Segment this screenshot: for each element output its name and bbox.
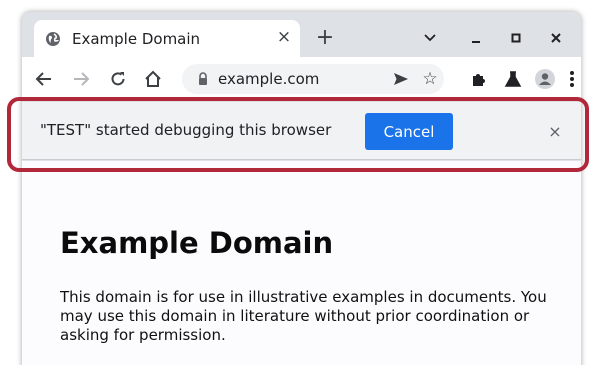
page-paragraph: This domain is for use in illustrative e… bbox=[60, 288, 547, 344]
extensions-puzzle-icon[interactable] bbox=[467, 67, 491, 91]
browser-window: Example Domain × + example.com ☆ "TEST" … bbox=[22, 12, 581, 365]
bookmark-star-icon[interactable]: ☆ bbox=[420, 69, 440, 89]
maximize-icon[interactable] bbox=[505, 27, 527, 49]
labs-flask-icon[interactable] bbox=[501, 67, 525, 91]
lock-icon[interactable] bbox=[196, 72, 210, 86]
close-window-icon[interactable] bbox=[545, 27, 567, 49]
url-text[interactable]: example.com bbox=[218, 70, 319, 88]
page-heading: Example Domain bbox=[60, 226, 334, 260]
toolbar: example.com ☆ bbox=[22, 57, 581, 101]
minimize-icon[interactable] bbox=[465, 27, 487, 49]
address-bar[interactable]: example.com ☆ bbox=[182, 64, 444, 94]
tab-title: Example Domain bbox=[72, 30, 201, 48]
infobar-message: "TEST" started debugging this browser bbox=[40, 121, 332, 139]
tab-strip: Example Domain × + bbox=[22, 12, 581, 57]
debugging-infobar: "TEST" started debugging this browser Ca… bbox=[22, 102, 581, 160]
tab-example-domain[interactable]: Example Domain × bbox=[34, 20, 300, 57]
profile-avatar-icon[interactable] bbox=[533, 67, 557, 91]
menu-kebab-icon[interactable] bbox=[560, 67, 581, 91]
page-content: Example Domain This domain is for use in… bbox=[22, 161, 581, 365]
home-icon[interactable] bbox=[141, 67, 165, 91]
reload-icon[interactable] bbox=[106, 67, 130, 91]
send-tab-icon[interactable] bbox=[392, 70, 410, 88]
tab-close-icon[interactable]: × bbox=[274, 27, 294, 47]
tab-search-chevron-icon[interactable] bbox=[419, 27, 441, 49]
globe-icon bbox=[46, 32, 60, 46]
back-arrow-icon[interactable] bbox=[32, 67, 56, 91]
new-tab-button[interactable]: + bbox=[314, 25, 336, 50]
forward-arrow-icon[interactable] bbox=[69, 67, 93, 91]
cancel-button[interactable]: Cancel bbox=[365, 113, 453, 150]
infobar-close-icon[interactable]: × bbox=[545, 121, 565, 141]
